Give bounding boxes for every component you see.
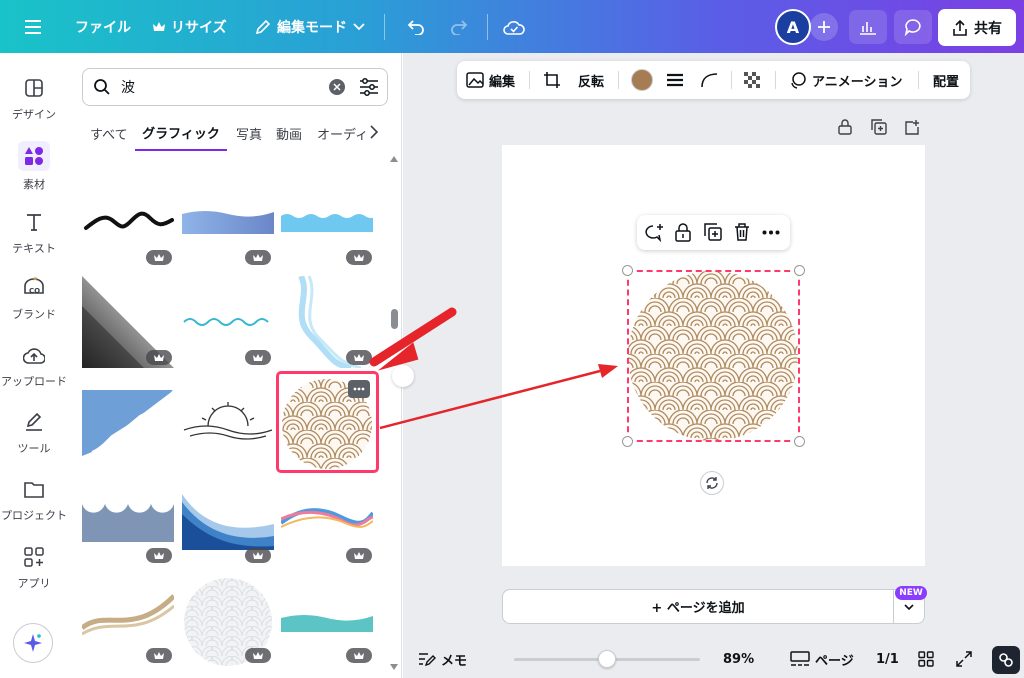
annotation-arrowhead-horizontal (598, 364, 618, 378)
annotation-arrow-horizontal (379, 369, 601, 430)
annotation-arrows (369, 307, 618, 430)
